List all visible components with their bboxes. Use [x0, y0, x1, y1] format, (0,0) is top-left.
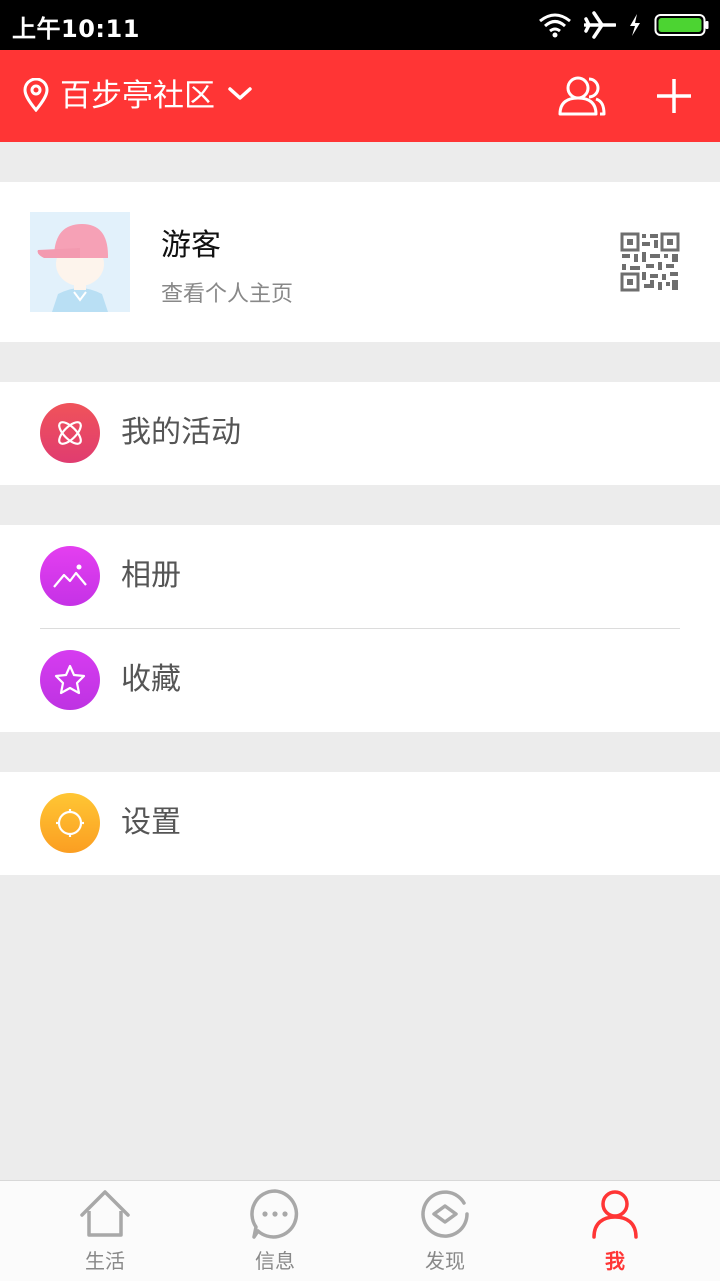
menu-item-label: 相册 — [121, 558, 181, 593]
status-icons — [538, 10, 710, 40]
tab-messages[interactable]: 信息 — [185, 1181, 365, 1281]
home-icon — [80, 1190, 130, 1237]
person-icon — [592, 1190, 638, 1239]
profile-name: 游客 — [161, 228, 221, 263]
tab-discover[interactable]: 发现 — [355, 1181, 535, 1281]
message-icon — [250, 1189, 299, 1239]
activity-section: 我的活动 — [0, 382, 720, 485]
airplane-icon — [584, 11, 616, 39]
profile-card[interactable]: 游客 查看个人主页 — [0, 182, 720, 342]
avatar[interactable] — [30, 212, 130, 312]
charging-icon — [630, 14, 640, 36]
members-icon[interactable] — [556, 74, 608, 118]
tab-me[interactable]: 我 — [525, 1181, 705, 1281]
star-icon — [40, 650, 100, 710]
tab-label: 发现 — [425, 1249, 465, 1273]
tab-label: 信息 — [255, 1249, 295, 1273]
qr-code-icon[interactable] — [620, 232, 680, 292]
album-icon — [40, 546, 100, 606]
menu-item-album[interactable]: 相册 — [0, 525, 720, 628]
chevron-down-icon[interactable] — [228, 86, 252, 102]
tab-life[interactable]: 生活 — [15, 1181, 195, 1281]
menu-item-settings[interactable]: 设置 — [0, 772, 720, 875]
bottom-tab-bar: 生活 信息 发现 我 — [0, 1180, 720, 1281]
location-pin-icon[interactable] — [22, 78, 50, 112]
battery-icon — [654, 14, 709, 36]
menu-item-label: 设置 — [121, 805, 181, 840]
add-icon[interactable] — [654, 76, 694, 116]
menu-item-favorites[interactable]: 收藏 — [0, 629, 720, 732]
settings-section: 设置 — [0, 772, 720, 875]
view-profile-link[interactable]: 查看个人主页 — [161, 280, 293, 310]
settings-icon — [40, 793, 100, 853]
avatar-illustration — [37, 224, 108, 312]
community-selector[interactable]: 百步亭社区 — [60, 76, 215, 116]
menu-item-label: 收藏 — [121, 662, 181, 697]
discover-icon — [421, 1190, 469, 1238]
activity-icon — [40, 403, 100, 463]
menu-item-activities[interactable]: 我的活动 — [0, 382, 720, 485]
media-section: 相册 收藏 — [0, 525, 720, 732]
wifi-icon — [539, 13, 571, 38]
tab-label: 我 — [605, 1249, 625, 1273]
app-header: 百步亭社区 — [0, 50, 720, 142]
tab-label: 生活 — [85, 1249, 125, 1273]
menu-item-label: 我的活动 — [121, 415, 241, 450]
status-time: 上午10:11 — [12, 15, 140, 43]
status-bar: 上午10:11 — [0, 0, 720, 50]
